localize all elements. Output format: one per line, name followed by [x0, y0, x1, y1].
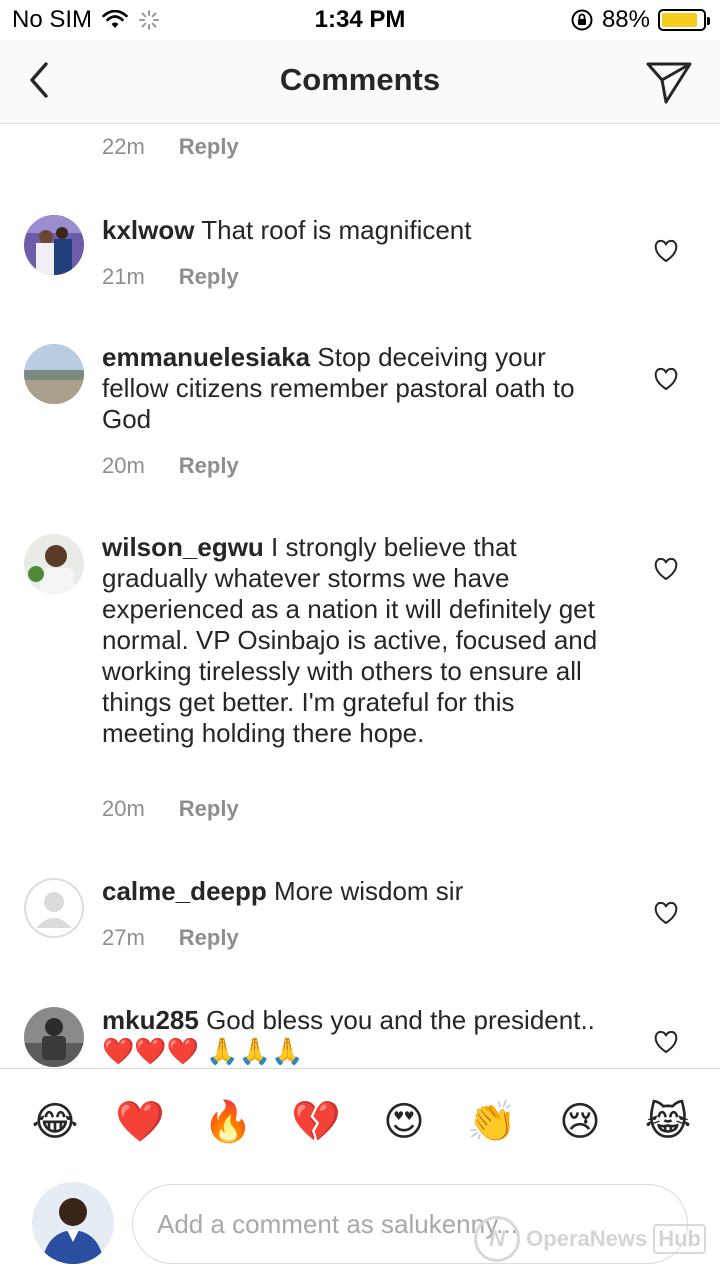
- reply-button[interactable]: Reply: [179, 796, 239, 822]
- heart-icon[interactable]: [653, 367, 679, 391]
- comment-text: emmanuelesiaka Stop deceiving your fello…: [102, 342, 612, 435]
- comment-meta: 20m Reply: [102, 796, 239, 822]
- comment-text: kxlwow That roof is magnificent: [102, 215, 612, 246]
- watermark-logo: N: [474, 1216, 521, 1262]
- comment-username[interactable]: emmanuelesiaka: [102, 342, 310, 372]
- comment-meta: 20m Reply: [102, 453, 239, 479]
- comment-body: I strongly believe that gradually whatev…: [102, 532, 598, 748]
- instagram-comments-screen: No SIM 1:34 PM 88% Comments 22m Reply kx…: [0, 0, 720, 1280]
- reply-button[interactable]: Reply: [179, 264, 239, 290]
- emoji-fire-button[interactable]: 🔥: [203, 1097, 253, 1147]
- watermark-hub: Hub: [653, 1224, 706, 1254]
- comment-username[interactable]: calme_deepp: [102, 876, 267, 906]
- comment-meta: 22m Reply: [102, 134, 239, 160]
- my-avatar: [32, 1182, 114, 1264]
- emoji-clap-button[interactable]: 👏: [467, 1097, 517, 1147]
- status-right: 88%: [570, 6, 710, 34]
- avatar-photo: [24, 344, 84, 404]
- heart-icon[interactable]: [653, 239, 679, 263]
- emoji-broken-heart-button[interactable]: 💔: [291, 1097, 341, 1147]
- page-title: Comments: [279, 62, 441, 97]
- orientation-lock-icon: [571, 9, 593, 31]
- comments-header: Comments: [0, 40, 720, 124]
- comment-composer: N OperaNews Hub: [0, 1176, 720, 1280]
- comment-time: 20m: [102, 453, 145, 478]
- avatar[interactable]: [24, 1007, 84, 1067]
- reply-button[interactable]: Reply: [179, 453, 239, 479]
- heart-icon[interactable]: [653, 557, 679, 581]
- battery-fill: [662, 13, 698, 27]
- reply-button[interactable]: Reply: [179, 134, 239, 160]
- comments-list[interactable]: 22m Reply kxlwow That roof is magnificen…: [0, 125, 720, 1068]
- avatar[interactable]: [24, 215, 84, 275]
- paper-plane-icon[interactable]: [644, 56, 694, 106]
- comment-meta: 27m Reply: [102, 925, 239, 951]
- emoji-cry-button[interactable]: 😢: [555, 1097, 605, 1147]
- comment-username[interactable]: mku285: [102, 1005, 199, 1035]
- heart-icon[interactable]: [653, 901, 679, 925]
- emoji-quick-bar: 😂 ❤️ 🔥 💔 😍 👏 😢 😹: [0, 1068, 720, 1176]
- emoji-heart-button[interactable]: ❤️: [115, 1097, 165, 1147]
- comment-body: More wisdom sir: [273, 876, 464, 906]
- comment-time: 22m: [102, 134, 145, 159]
- avatar-photo: [32, 1182, 114, 1264]
- battery-percent: 88%: [601, 6, 650, 33]
- comment-username[interactable]: wilson_egwu: [102, 532, 264, 562]
- heart-icon[interactable]: [653, 1030, 679, 1054]
- avatar[interactable]: [24, 344, 84, 404]
- emoji-cat-joy-button[interactable]: 😹: [643, 1097, 693, 1147]
- status-bar: No SIM 1:34 PM 88%: [0, 0, 720, 40]
- default-avatar-icon: [24, 878, 84, 938]
- comment-body: That roof is magnificent: [201, 215, 472, 245]
- comment-meta: 21m Reply: [102, 264, 239, 290]
- comment-text: calme_deepp More wisdom sir: [102, 876, 612, 907]
- emoji-heart-eyes-button[interactable]: 😍: [379, 1097, 429, 1147]
- avatar-photo: [24, 215, 84, 275]
- comment-time: 21m: [102, 264, 145, 289]
- emoji-joy-button[interactable]: 😂: [30, 1097, 80, 1147]
- watermark-brand: OperaNews: [526, 1226, 648, 1251]
- comment-text: wilson_egwu I strongly believe that grad…: [102, 532, 612, 749]
- avatar-photo: [24, 1007, 84, 1067]
- comment-username[interactable]: kxlwow: [102, 215, 194, 245]
- comment-time: 27m: [102, 925, 145, 950]
- avatar-placeholder[interactable]: [24, 878, 84, 938]
- battery-icon: [658, 9, 710, 31]
- reply-button[interactable]: Reply: [179, 925, 239, 951]
- comment-time: 20m: [102, 796, 145, 821]
- watermark: N OperaNews Hub: [474, 1216, 706, 1262]
- comment-text: mku285 God bless you and the president..…: [102, 1005, 612, 1067]
- avatar-photo: [24, 534, 84, 594]
- avatar[interactable]: [24, 534, 84, 594]
